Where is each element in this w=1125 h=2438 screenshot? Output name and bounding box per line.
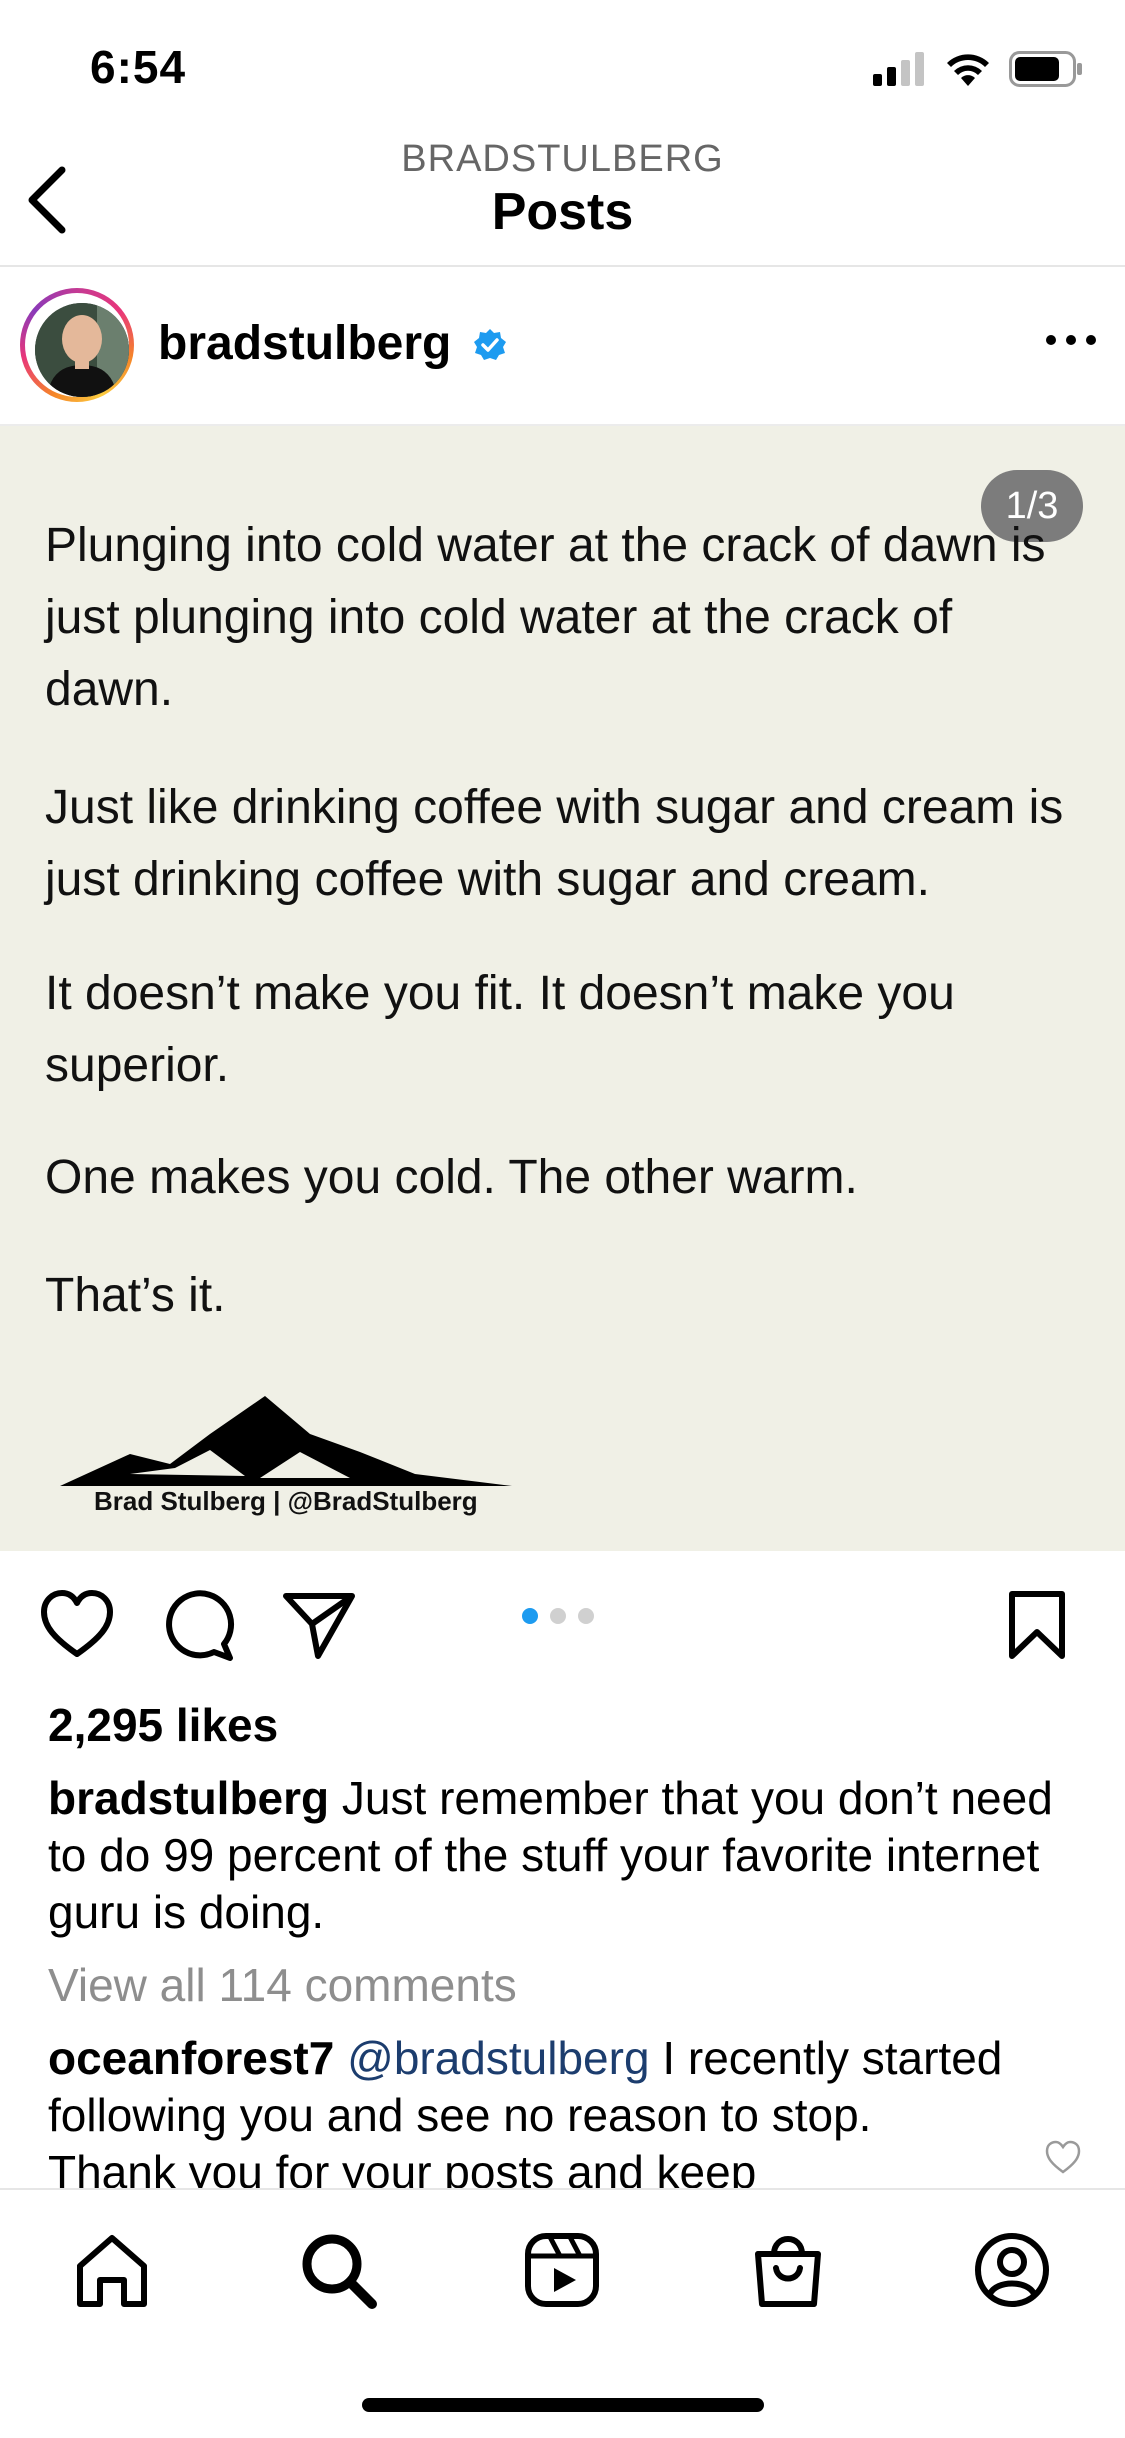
caption: bradstulberg Just remember that you don’… <box>48 1770 1088 1941</box>
search-icon[interactable] <box>296 2228 380 2312</box>
status-time: 6:54 <box>90 41 187 93</box>
bookmark-icon[interactable] <box>1000 1588 1074 1662</box>
header-username: BRADSTULBERG <box>401 138 724 180</box>
post-actions <box>0 1552 1125 1692</box>
share-icon[interactable] <box>282 1588 356 1662</box>
reels-icon[interactable] <box>520 2228 604 2312</box>
page-header: BRADSTULBERG Posts <box>0 120 1125 267</box>
post-header: bradstulberg <box>0 266 1125 426</box>
image-text-paragraph: One makes you cold. The other warm. <box>45 1151 858 1204</box>
carousel-indicator <box>522 1608 594 1624</box>
carousel-dot <box>550 1608 566 1624</box>
image-text-paragraph: That’s it. <box>45 1269 226 1322</box>
image-text-paragraph: Just like drinking coffee with sugar and… <box>45 781 1064 906</box>
verified-badge-icon <box>473 329 506 360</box>
comment-heart-icon[interactable] <box>1044 2138 1082 2176</box>
comment-username[interactable]: oceanforest7 <box>48 2032 334 2084</box>
heart-icon[interactable] <box>40 1588 114 1662</box>
carousel-dot-active <box>522 1608 538 1624</box>
image-text-paragraph: Plunging into cold water at the crack of… <box>45 519 1046 716</box>
image-text-paragraph: It doesn’t make you fit. It doesn’t make… <box>45 967 955 1092</box>
cellular-signal-icon <box>873 52 924 86</box>
post-image[interactable]: 1/3 Plunging into cold water at the crac… <box>0 426 1125 1551</box>
carousel-dot <box>578 1608 594 1624</box>
wifi-icon <box>947 54 989 86</box>
battery-icon <box>1009 51 1082 87</box>
home-icon[interactable] <box>70 2228 154 2312</box>
mountain-logo: Brad Stulberg | @BradStulberg <box>60 1394 520 1534</box>
comment-icon[interactable] <box>162 1588 236 1662</box>
more-icon[interactable] <box>1041 320 1101 360</box>
post-username[interactable]: bradstulberg <box>158 317 451 370</box>
avatar[interactable] <box>35 303 129 397</box>
status-icons <box>873 48 1083 90</box>
story-ring[interactable] <box>20 288 134 402</box>
shop-icon[interactable] <box>746 2228 830 2312</box>
logo-text: Brad Stulberg | @BradStulberg <box>94 1486 478 1516</box>
profile-icon[interactable] <box>970 2228 1054 2312</box>
post-username-row[interactable]: bradstulberg <box>158 316 507 371</box>
likes-count[interactable]: 2,295 likes <box>48 1698 278 1752</box>
page-title: Posts <box>491 183 634 241</box>
comment: oceanforest7 @bradstulberg I recently st… <box>48 2030 1008 2188</box>
comment-preview: oceanforest7 @bradstulberg I recently st… <box>0 2030 1125 2188</box>
home-indicator[interactable] <box>362 2398 764 2412</box>
comment-mention[interactable]: @bradstulberg <box>334 2032 649 2084</box>
caption-username[interactable]: bradstulberg <box>48 1772 329 1824</box>
avatar-image <box>35 303 129 397</box>
view-comments-link[interactable]: View all 114 comments <box>48 1958 517 2012</box>
